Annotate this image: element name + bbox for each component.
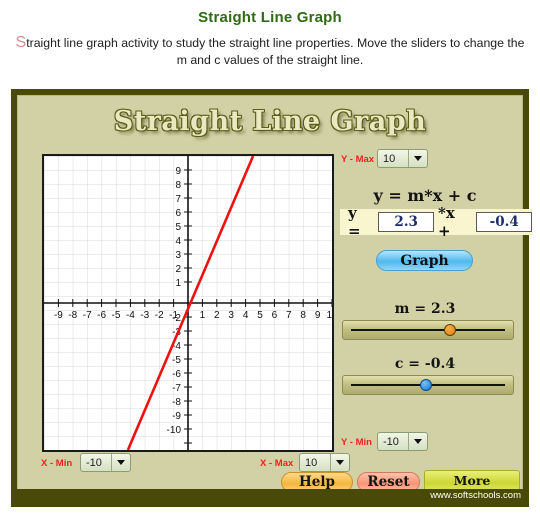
- svg-text:-7: -7: [172, 383, 181, 394]
- svg-text:-9: -9: [172, 411, 181, 422]
- description-text: traight line graph activity to study the…: [26, 36, 525, 67]
- svg-text:9: 9: [175, 166, 181, 177]
- svg-text:9: 9: [315, 310, 321, 321]
- y-max-label: Y - Max: [341, 154, 375, 165]
- page-title: Straight Line Graph: [198, 9, 342, 26]
- y-max-dropdown[interactable]: 10: [377, 149, 428, 168]
- chevron-down-icon: [409, 439, 427, 444]
- y-max-value: 10: [383, 152, 396, 165]
- applet-panel: Straight Line Graph -9 -8 -7 -6 -5 -4 -3…: [11, 89, 529, 501]
- svg-text:10: 10: [326, 310, 332, 321]
- svg-text:1: 1: [200, 310, 206, 321]
- description-dropcap: S: [15, 34, 27, 51]
- m-slider[interactable]: [342, 320, 514, 340]
- svg-text:5: 5: [175, 222, 181, 233]
- equation-middle: *x +: [438, 204, 455, 240]
- footer-url: www.softschools.com: [430, 490, 521, 501]
- m-slider-track: [351, 329, 505, 331]
- equation-lhs: y =: [348, 204, 361, 240]
- svg-text:1: 1: [175, 278, 181, 289]
- svg-text:-6: -6: [97, 310, 106, 321]
- equation-formula: y = m*x + c: [373, 186, 477, 205]
- graph-plot-area[interactable]: -9-8-7 -6-5-4 -3-2-1 123 456 789 10 987 …: [42, 154, 334, 452]
- svg-text:-3: -3: [140, 310, 149, 321]
- svg-text:-8: -8: [172, 397, 181, 408]
- applet-inner: Straight Line Graph -9 -8 -7 -6 -5 -4 -3…: [17, 95, 523, 495]
- svg-text:-10: -10: [167, 425, 182, 436]
- x-max-label: X - Max: [260, 458, 294, 469]
- svg-text:8: 8: [175, 180, 181, 191]
- svg-text:-9: -9: [54, 310, 63, 321]
- svg-text:3: 3: [175, 250, 181, 261]
- svg-text:4: 4: [175, 236, 181, 247]
- x-min-dropdown[interactable]: -10: [80, 453, 131, 472]
- svg-text:3: 3: [228, 310, 234, 321]
- x-max-value: 10: [305, 456, 318, 469]
- c-slider-knob[interactable]: [420, 379, 432, 391]
- chevron-down-icon: [112, 460, 130, 465]
- page-description: Straight line graph activity to study th…: [0, 26, 540, 69]
- svg-text:6: 6: [175, 208, 181, 219]
- svg-text:7: 7: [286, 310, 292, 321]
- svg-text:-2: -2: [155, 310, 164, 321]
- x-min-value: -10: [86, 456, 102, 469]
- svg-text:6: 6: [272, 310, 278, 321]
- y-min-value: -10: [383, 435, 399, 448]
- svg-text:-4: -4: [126, 310, 135, 321]
- svg-text:-5: -5: [172, 355, 181, 366]
- svg-text:5: 5: [257, 310, 263, 321]
- svg-text:-5: -5: [112, 310, 121, 321]
- svg-text:-8: -8: [68, 310, 77, 321]
- x-max-dropdown[interactable]: 10: [299, 453, 350, 472]
- applet-title: Straight Line Graph: [113, 106, 427, 137]
- intercept-input[interactable]: -0.4: [476, 212, 533, 232]
- graph-button[interactable]: Graph: [376, 250, 473, 271]
- chevron-down-icon: [409, 156, 427, 161]
- svg-text:-6: -6: [172, 369, 181, 380]
- c-slider-value: c = -0.4: [394, 356, 456, 372]
- svg-text:8: 8: [300, 310, 306, 321]
- y-min-label: Y - Min: [341, 437, 372, 448]
- y-min-dropdown[interactable]: -10: [377, 432, 428, 451]
- svg-text:2: 2: [214, 310, 220, 321]
- graph-svg: -9-8-7 -6-5-4 -3-2-1 123 456 789 10 987 …: [44, 156, 332, 450]
- svg-text:2: 2: [175, 264, 181, 275]
- m-slider-value: m = 2.3: [394, 301, 456, 317]
- m-slider-knob[interactable]: [444, 324, 456, 336]
- svg-text:-7: -7: [83, 310, 92, 321]
- chevron-down-icon: [331, 460, 349, 465]
- equation-row: y = 2.3 *x + -0.4: [340, 204, 533, 240]
- svg-text:-2: -2: [172, 313, 181, 324]
- footer-bar: www.softschools.com: [11, 489, 529, 507]
- svg-text:7: 7: [175, 194, 181, 205]
- c-slider[interactable]: [342, 375, 514, 395]
- svg-text:4: 4: [243, 310, 249, 321]
- x-min-label: X - Min: [41, 458, 73, 469]
- slope-input[interactable]: 2.3: [378, 212, 434, 232]
